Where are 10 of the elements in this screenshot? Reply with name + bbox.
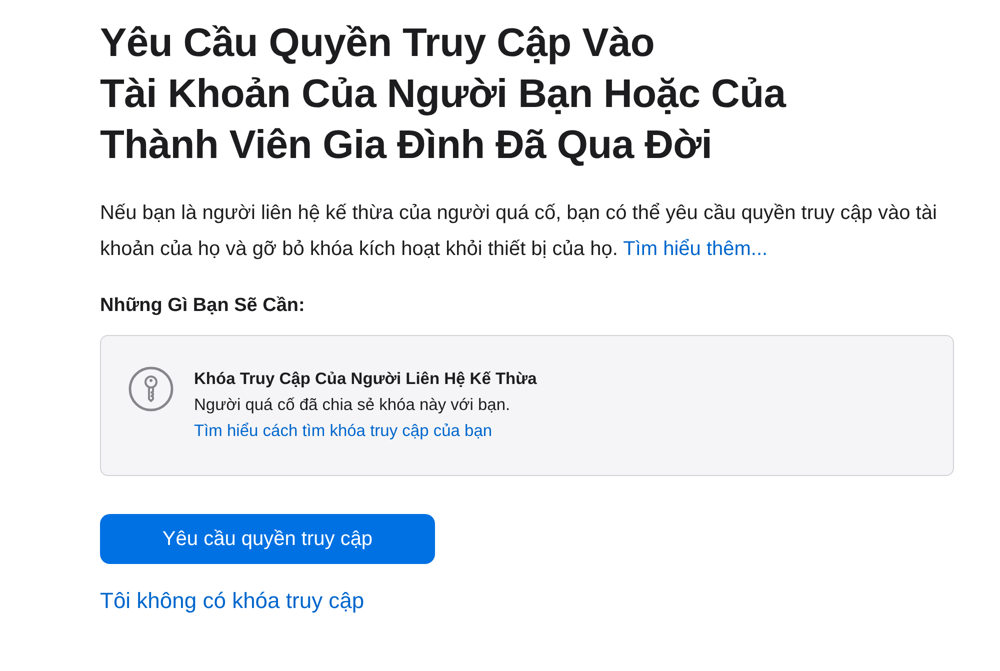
page-title: Yêu Cầu Quyền Truy Cập Vào Tài Khoản Của Người Bạn Hoặc Của Thành Viên Gia Đình Đã Qua Đời [100, 20, 788, 169]
key-icon [128, 366, 174, 412]
intro-paragraph: Nếu bạn là người liên hệ kế thừa của người quá cố, bạn có thể yêu cầu quyền truy cập vào tài khoản của họ và gỡ bỏ khóa kích hoạt khỏi thiết bị của họ. Tìm hiểu thêm... [100, 201, 938, 262]
find-key-link[interactable]: Tìm hiểu cách tìm khóa truy cập của bạn [194, 418, 492, 444]
request-access-button[interactable]: Yêu cầu quyền truy cập [100, 514, 435, 564]
requirement-description: Người quá cố đã chia sẻ khóa này với bạn. [194, 395, 510, 416]
no-key-link[interactable]: Tôi không có khóa truy cập [100, 586, 364, 616]
learn-more-link[interactable]: Tìm hiểu thêm... [623, 238, 768, 260]
section-heading: Những Gì Bạn Sẽ Cần: [100, 294, 305, 318]
requirement-title: Khóa Truy Cập Của Người Liên Hệ Kế Thừa [194, 369, 537, 390]
